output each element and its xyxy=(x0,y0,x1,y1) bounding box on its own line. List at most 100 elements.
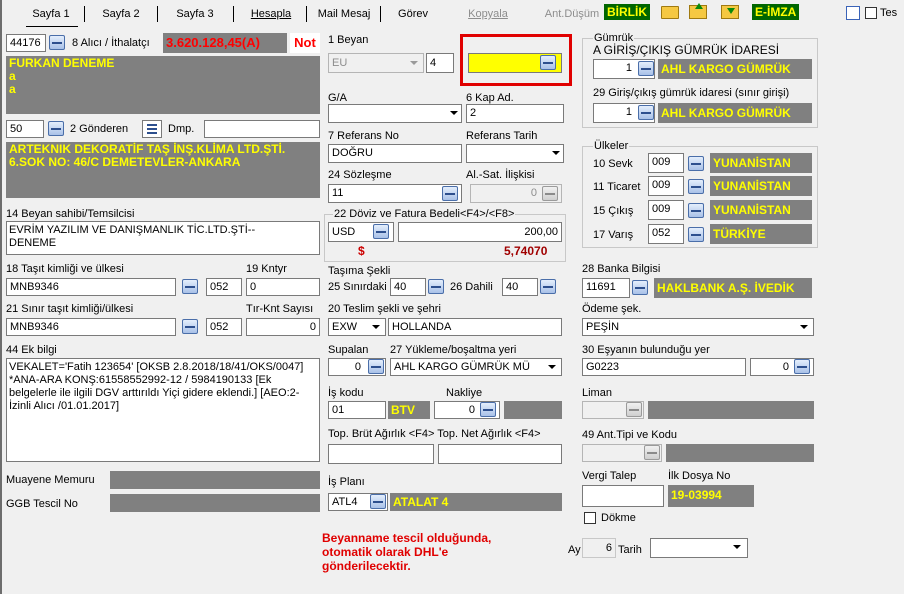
nakliye-lookup-button[interactable] xyxy=(480,402,496,417)
ay-value[interactable]: 6 xyxy=(582,538,616,558)
ithalatci-name-box: FURKAN DENEME a a xyxy=(6,56,320,114)
net-agirlik-input[interactable] xyxy=(438,444,562,464)
teslim-sehir-input[interactable]: HOLLANDA xyxy=(388,318,562,336)
ithalatci-code-input[interactable]: 44176 xyxy=(6,34,46,52)
dahili-input[interactable]: 40 xyxy=(502,278,538,296)
e-imza-button[interactable]: E-İMZA xyxy=(752,4,800,20)
gonderen-lookup-button[interactable] xyxy=(48,121,64,136)
doviz-amount-input[interactable]: 200,00 xyxy=(398,222,562,242)
birlik-button[interactable]: BİRLİK xyxy=(604,4,650,20)
sinir-input[interactable]: 40 xyxy=(390,278,426,296)
dmp-input[interactable] xyxy=(204,120,320,138)
supalan-lookup-button[interactable] xyxy=(368,359,384,374)
al-sat-lookup-button[interactable] xyxy=(542,186,558,201)
nakliye-field xyxy=(504,401,562,419)
folder-download-icon[interactable] xyxy=(721,5,739,19)
tasima-label: Taşıma Şekli xyxy=(328,265,391,277)
ilk-dosya-label: İlk Dosya No xyxy=(668,470,731,482)
folder-open-icon[interactable] xyxy=(661,6,679,19)
is-plani-name: ATALAT 4 xyxy=(390,493,562,511)
chevron-down-icon xyxy=(372,325,380,329)
hesapla-button[interactable]: Hesapla xyxy=(244,4,298,24)
tarih-select[interactable] xyxy=(650,538,748,558)
ant-tipi-label: 49 Ant.Tipi ve Kodu xyxy=(582,429,677,441)
gonderen-label: 2 Gönderen xyxy=(70,123,129,135)
tab-separator xyxy=(306,6,307,22)
ulke-sevk-lookup-button[interactable] xyxy=(688,156,704,171)
tab-sayfa-2[interactable]: Sayfa 2 xyxy=(96,4,146,24)
dahili-lookup-button[interactable] xyxy=(540,279,556,294)
is-kodu-input[interactable]: 01 xyxy=(328,401,386,419)
mail-mesaj-button[interactable]: Mail Mesaj xyxy=(314,4,374,24)
tab-sayfa-1[interactable]: Sayfa 1 xyxy=(26,4,76,24)
gorev-button[interactable]: Görev xyxy=(394,4,432,24)
referans-label: 7 Referans No xyxy=(328,130,399,142)
brut-agirlik-input[interactable] xyxy=(328,444,434,464)
ithalatci-lookup-button[interactable] xyxy=(49,35,65,50)
ay-label: Ay xyxy=(568,544,581,556)
teslim-label: 20 Teslim şekli ve şehri xyxy=(328,303,441,315)
ulke-varis-code[interactable]: 052 xyxy=(648,224,684,244)
ant-dusum-button[interactable]: Ant.Düşüm xyxy=(542,4,602,24)
sozlesme-lookup-button[interactable] xyxy=(442,186,458,201)
ulke-sevk-code[interactable]: 009 xyxy=(648,153,684,173)
kap-input[interactable]: 2 xyxy=(466,104,564,123)
referans-tarih-select[interactable] xyxy=(466,144,564,163)
ulke-ticaret-lookup-button[interactable] xyxy=(688,179,704,194)
esya-input[interactable]: G0223 xyxy=(582,358,746,376)
sinir-tasit-input[interactable]: MNB9346 xyxy=(6,318,176,336)
liman-lookup-button[interactable] xyxy=(626,402,642,417)
esya-lookup-button[interactable] xyxy=(794,359,810,374)
sinir-tasit-lookup-button[interactable] xyxy=(182,319,198,334)
ant-tipi-lookup-button[interactable] xyxy=(644,445,660,460)
vergi-label: Vergi Talep xyxy=(582,470,637,482)
exchange-rate: 5,74070 xyxy=(504,244,548,258)
document-search-icon[interactable] xyxy=(846,6,860,20)
beyan-number-input[interactable]: 4 xyxy=(426,53,454,73)
sinir-gumruk-lookup-button[interactable] xyxy=(638,105,654,120)
ithalatci-amount: 3.620.128,45(A) xyxy=(163,33,287,53)
dokme-checkbox[interactable] xyxy=(584,512,596,524)
tasit-label: 18 Taşıt kimliği ve ülkesi xyxy=(6,263,124,275)
yukleme-select[interactable]: AHL KARGO GÜMRÜK MÜ xyxy=(390,358,562,376)
tab-sayfa-3[interactable]: Sayfa 3 xyxy=(170,4,220,24)
ggb-label: GGB Tescil No xyxy=(6,498,78,510)
sinir-gumruk-label: 29 Giriş/çıkış gümrük idaresi (sınır gir… xyxy=(593,87,790,99)
ulke-cikis-code[interactable]: 009 xyxy=(648,200,684,220)
giris-gumruk-lookup-button[interactable] xyxy=(638,61,654,76)
folder-upload-icon[interactable] xyxy=(689,3,707,19)
chevron-down-icon xyxy=(410,61,418,65)
ulkeler-label: Ülkeler xyxy=(593,140,630,152)
gonderen-code-input[interactable]: 50 xyxy=(6,120,44,138)
ulke-cikis-lookup-button[interactable] xyxy=(688,203,704,218)
banka-code-input[interactable]: 11691 xyxy=(582,278,630,298)
ek-bilgi-field[interactable]: VEKALET='Fatih 123654' [OKSB 2.8.2018/18… xyxy=(6,358,320,462)
vergi-input[interactable] xyxy=(582,485,664,507)
odeme-select[interactable]: PEŞİN xyxy=(582,318,814,336)
banka-label: 28 Banka Bilgisi xyxy=(582,263,661,275)
tasit-lookup-button[interactable] xyxy=(182,279,198,294)
ga-select[interactable] xyxy=(328,104,462,123)
banka-lookup-button[interactable] xyxy=(632,280,648,295)
kntyr-input[interactable]: 0 xyxy=(246,278,320,296)
referans-input[interactable]: DOĞRU xyxy=(328,144,462,163)
ulke-ticaret-code[interactable]: 009 xyxy=(648,176,684,196)
beyan-sahibi-field[interactable]: EVRİM YAZILIM VE DANIŞMANLIK TİC.LTD.ŞTİ… xyxy=(6,221,320,255)
sinir-tasit-country-input[interactable]: 052 xyxy=(206,318,242,336)
tasit-country-input[interactable]: 052 xyxy=(206,278,242,296)
is-plani-lookup-button[interactable] xyxy=(370,494,386,509)
list-icon[interactable] xyxy=(142,120,162,138)
tab-separator xyxy=(157,6,158,22)
ant-tipi-field xyxy=(666,444,814,462)
tir-input[interactable]: 0 xyxy=(246,318,320,336)
sinir-gumruk-name: AHL KARGO GÜMRÜK xyxy=(658,103,812,123)
not-button[interactable]: Not xyxy=(290,33,320,53)
sinir-lookup-button[interactable] xyxy=(428,279,444,294)
doviz-lookup-button[interactable] xyxy=(373,224,389,239)
ulke-varis-lookup-button[interactable] xyxy=(688,227,704,242)
doviz-label: 22 Döviz ve Fatura Bedeli<F4>/<F8> xyxy=(333,208,516,220)
ga-label: G/A xyxy=(328,92,347,104)
kopyala-button[interactable]: Kopyala xyxy=(462,4,514,24)
tes-checkbox[interactable] xyxy=(865,7,877,19)
tasit-input[interactable]: MNB9346 xyxy=(6,278,176,296)
